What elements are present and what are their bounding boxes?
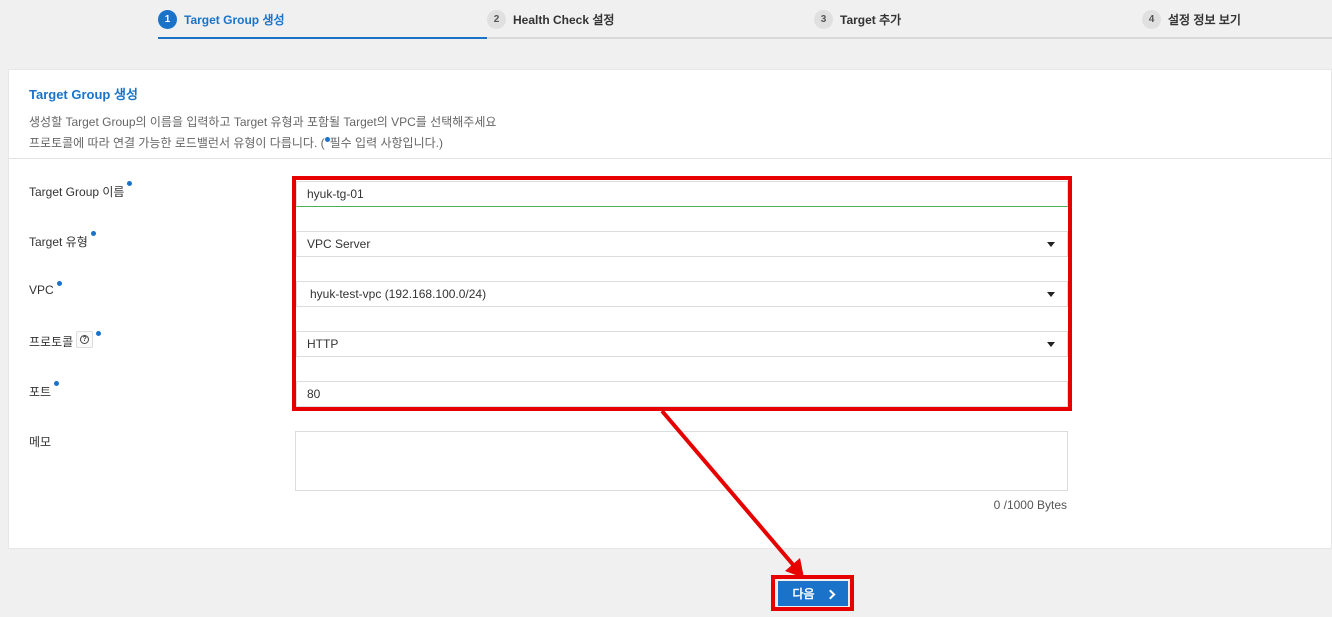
required-dot-icon <box>90 231 96 236</box>
step-label: Health Check 설정 <box>513 13 615 27</box>
step-review[interactable]: 4 설정 정보 보기 <box>1142 0 1241 39</box>
panel-description-line1: 생성할 Target Group의 이름을 입력하고 Target 유형과 포함… <box>29 115 497 129</box>
desc-suffix: 필수 입력 사항입니다.) <box>329 136 443 150</box>
port-input[interactable]: 80 <box>296 381 1068 407</box>
memo-label: 메모 <box>29 433 51 450</box>
step-target-group-create[interactable]: 1 Target Group 생성 <box>158 0 285 39</box>
desc-prefix: 프로토콜에 따라 연결 가능한 로드밸런서 유형이 다릅니다. ( <box>29 136 325 150</box>
input-value: 80 <box>307 387 321 401</box>
panel-description-line2: 프로토콜에 따라 연결 가능한 로드밸런서 유형이 다릅니다. ( 필수 입력 사… <box>29 133 1311 154</box>
label-text: Target Group 이름 <box>29 185 125 199</box>
vpc-select[interactable]: hyuk-test-vpc (192.168.100.0/24) <box>296 281 1068 307</box>
step-label: Target Group 생성 <box>184 13 285 27</box>
next-button-label: 다음 <box>792 587 815 601</box>
step-number: 3 <box>814 10 833 29</box>
select-value: hyuk-test-vpc (192.168.100.0/24) <box>310 287 487 301</box>
target-type-label: Target 유형 <box>29 231 96 250</box>
required-dot-icon <box>127 181 133 186</box>
protocol-select[interactable]: HTTP <box>296 331 1068 357</box>
target-group-form-panel: Target Group 생성 생성할 Target Group의 이름을 입력… <box>8 69 1332 549</box>
vpc-label: VPC <box>29 281 62 297</box>
label-text: 메모 <box>29 435 52 449</box>
required-dot-icon <box>54 381 60 386</box>
chevron-right-icon <box>825 589 835 599</box>
input-value: hyuk-tg-01 <box>307 187 364 201</box>
step-label: Target 추가 <box>840 13 902 27</box>
step-number: 2 <box>487 10 506 29</box>
panel-header: Target Group 생성 생성할 Target Group의 이름을 입력… <box>9 70 1331 159</box>
next-button[interactable]: 다음 <box>778 581 848 606</box>
select-value: VPC Server <box>307 237 371 251</box>
wizard-stepper: 1 Target Group 생성 2 Health Check 설정 3 Ta… <box>158 0 1332 39</box>
step-health-check[interactable]: 2 Health Check 설정 <box>487 0 614 39</box>
target-group-name-input[interactable]: hyuk-tg-01 <box>296 181 1068 207</box>
port-label: 포트 <box>29 381 60 400</box>
memo-textarea[interactable] <box>295 431 1068 491</box>
label-text: 프로토콜 <box>29 335 74 349</box>
step-number: 1 <box>158 10 177 29</box>
protocol-label: 프로토콜 ? <box>29 331 102 350</box>
label-text: VPC <box>29 283 54 297</box>
active-step-indicator <box>158 37 487 39</box>
step-target-add[interactable]: 3 Target 추가 <box>814 0 901 39</box>
memo-byte-counter: 0 /1000 Bytes <box>993 498 1067 512</box>
target-group-name-label: Target Group 이름 <box>29 181 133 200</box>
label-text: Target 유형 <box>29 235 88 249</box>
step-number: 4 <box>1142 10 1161 29</box>
caret-down-icon <box>1047 342 1055 347</box>
caret-down-icon <box>1047 292 1055 297</box>
required-dot-icon <box>96 331 102 336</box>
help-icon[interactable]: ? <box>76 331 94 348</box>
required-dot-icon <box>56 281 62 286</box>
panel-title: Target Group 생성 <box>29 87 138 102</box>
step-label: 설정 정보 보기 <box>1168 13 1241 27</box>
select-value: HTTP <box>307 337 339 351</box>
label-text: 포트 <box>29 385 52 399</box>
caret-down-icon <box>1047 242 1055 247</box>
target-type-select[interactable]: VPC Server <box>296 231 1068 257</box>
